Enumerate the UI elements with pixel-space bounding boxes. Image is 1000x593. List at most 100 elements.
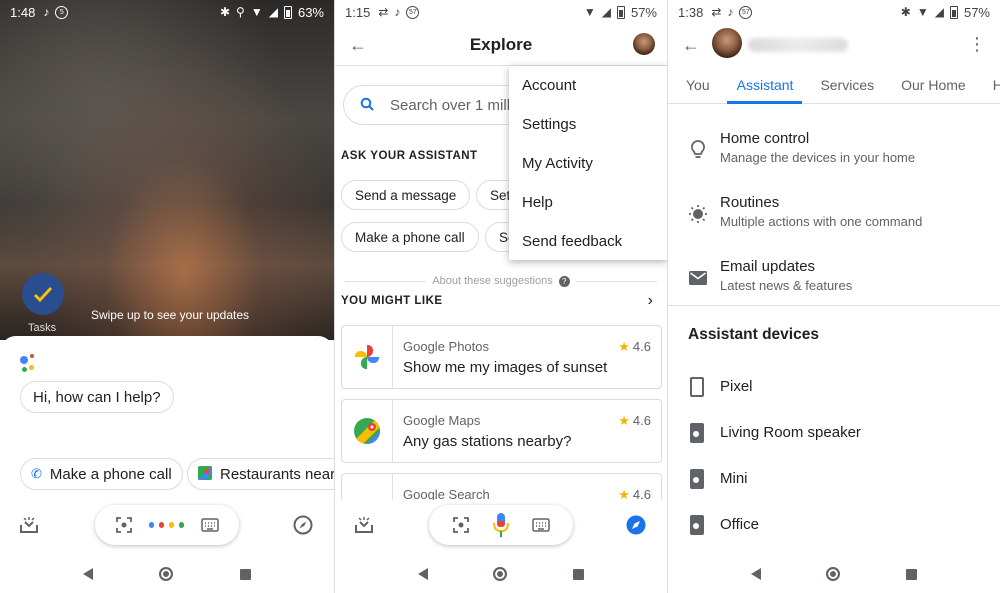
back-nav-icon[interactable] bbox=[417, 568, 428, 580]
swipe-hint: Swipe up to see your updates bbox=[90, 308, 250, 322]
row-subtitle: Latest news & features bbox=[720, 278, 853, 293]
updates-icon[interactable] bbox=[18, 514, 40, 536]
about-suggestions-label: About these suggestions bbox=[432, 275, 553, 287]
voice-dots-icon[interactable] bbox=[149, 520, 185, 530]
status-time: 1:15 bbox=[345, 4, 371, 20]
bluetooth-icon: ✱ bbox=[900, 5, 911, 19]
android-nav-bar bbox=[668, 558, 1000, 590]
tiktok-icon: ♪ bbox=[43, 5, 50, 19]
status-bar: 1:48 ♪ 5 ✱ ⚲ ▼ ◢ 63% bbox=[0, 0, 334, 24]
menu-item-settings[interactable]: Settings bbox=[509, 105, 667, 144]
lightbulb-icon bbox=[688, 140, 708, 160]
tab-assistant[interactable]: Assistant bbox=[719, 70, 803, 104]
android-nav-bar bbox=[0, 558, 334, 590]
assistant-devices-heading: Assistant devices bbox=[688, 326, 819, 343]
card-rating: ★ 4.6 bbox=[618, 339, 651, 354]
wifi-icon: ▼ bbox=[583, 5, 596, 19]
device-name: Pixel bbox=[720, 378, 753, 395]
maps-icon bbox=[198, 465, 212, 483]
star-icon: ★ bbox=[618, 413, 630, 428]
device-row-living-room-speaker[interactable]: Living Room speaker bbox=[668, 421, 1000, 445]
card-app-name: Google Photos bbox=[403, 339, 490, 354]
screenshot-collage: 1:48 ♪ 5 ✱ ⚲ ▼ ◢ 63% Tasks Swipe up to s… bbox=[0, 0, 1000, 593]
menu-item-account[interactable]: Account bbox=[509, 66, 667, 105]
tab-home[interactable]: Home bbox=[975, 70, 1000, 100]
home-nav-icon[interactable] bbox=[159, 567, 174, 581]
more-vert-icon[interactable]: ⋮ bbox=[968, 34, 986, 55]
compass-icon-active[interactable] bbox=[625, 514, 647, 536]
recents-nav-icon[interactable] bbox=[573, 568, 585, 580]
ask-assistant-heading: ASK YOUR ASSISTANT bbox=[341, 150, 478, 162]
settings-row-routines[interactable]: Routines Multiple actions with one comma… bbox=[668, 192, 1000, 244]
settings-tabs: You Assistant Services Our Home Home bbox=[668, 70, 1000, 104]
routines-icon bbox=[688, 204, 708, 224]
notification-count-icon: 5 bbox=[55, 5, 69, 19]
account-name-redacted bbox=[748, 38, 848, 52]
battery-percent: 57% bbox=[963, 4, 990, 20]
microphone-icon[interactable] bbox=[492, 512, 509, 538]
menu-item-send-feedback[interactable]: Send feedback bbox=[509, 222, 667, 261]
back-nav-icon[interactable] bbox=[83, 568, 94, 580]
action-card-maps[interactable]: Google Maps Any gas stations nearby? ★ 4.… bbox=[341, 399, 662, 463]
notification-count-icon: 57 bbox=[406, 5, 420, 19]
tiktok-icon: ♪ bbox=[727, 5, 734, 19]
back-arrow-icon[interactable]: ← bbox=[682, 35, 700, 56]
device-row-mini[interactable]: Mini bbox=[668, 467, 1000, 491]
tiktok-icon: ♪ bbox=[394, 5, 401, 19]
assistant-home-screen: 1:48 ♪ 5 ✱ ⚲ ▼ ◢ 63% Tasks Swipe up to s… bbox=[0, 0, 334, 593]
mail-icon bbox=[688, 268, 708, 288]
settings-row-home-control[interactable]: Home control Manage the devices in your … bbox=[668, 128, 1000, 180]
divider bbox=[345, 280, 427, 282]
wifi-icon: ▼ bbox=[916, 5, 929, 19]
device-name: Mini bbox=[720, 470, 748, 487]
updates-icon[interactable] bbox=[353, 514, 375, 536]
recents-nav-icon[interactable] bbox=[906, 568, 918, 580]
divider bbox=[575, 280, 658, 282]
avatar[interactable] bbox=[633, 33, 655, 55]
status-time: 1:38 bbox=[678, 4, 704, 20]
settings-row-email-updates[interactable]: Email updates Latest news & features bbox=[668, 256, 1000, 308]
device-row-office[interactable]: Office bbox=[668, 513, 1000, 537]
ask-chip-send-message[interactable]: Send a message bbox=[341, 180, 471, 210]
device-row-pixel[interactable]: Pixel bbox=[668, 375, 1000, 399]
tab-services[interactable]: Services bbox=[802, 70, 883, 100]
card-query: Show me my images of sunset bbox=[403, 359, 608, 376]
home-nav-icon[interactable] bbox=[493, 567, 508, 581]
assistant-greeting: Hi, how can I help? bbox=[20, 381, 174, 413]
speaker-icon bbox=[690, 515, 704, 535]
device-name: Living Room speaker bbox=[720, 424, 861, 441]
keyboard-icon[interactable] bbox=[201, 518, 219, 532]
page-title: Explore bbox=[469, 35, 533, 54]
keyboard-icon[interactable] bbox=[531, 518, 550, 532]
lens-icon[interactable] bbox=[115, 516, 133, 534]
explore-app-bar: ← Explore bbox=[335, 24, 667, 66]
recents-nav-icon[interactable] bbox=[239, 568, 251, 580]
suggestion-chip-restaurants[interactable]: Restaurants nearby bbox=[187, 458, 334, 490]
status-bar: 1:38 ⇄ ♪ 57 ✱ ▼ ◢ 57% bbox=[668, 0, 1000, 24]
back-nav-icon[interactable] bbox=[750, 568, 761, 580]
assistant-settings-screen: 1:38 ⇄ ♪ 57 ✱ ▼ ◢ 57% ← ⋮ You Assistant … bbox=[667, 0, 1000, 593]
menu-item-help[interactable]: Help bbox=[509, 183, 667, 222]
action-card-photos[interactable]: Google Photos Show me my images of sunse… bbox=[341, 325, 662, 389]
sync-icon: ⇄ bbox=[378, 5, 389, 19]
avatar[interactable] bbox=[712, 28, 742, 58]
menu-item-my-activity[interactable]: My Activity bbox=[509, 144, 667, 183]
assistant-input-pill bbox=[429, 505, 573, 545]
row-title: Routines bbox=[720, 194, 780, 211]
ask-chip-phone-call[interactable]: Make a phone call bbox=[341, 222, 479, 252]
card-app-name: Google Maps bbox=[403, 413, 481, 428]
lens-icon[interactable] bbox=[452, 516, 470, 534]
tab-our-home[interactable]: Our Home bbox=[883, 70, 975, 100]
suggestion-label: Restaurants nearby bbox=[220, 465, 334, 483]
suggestion-chip-phone-call[interactable]: ✆ Make a phone call bbox=[20, 458, 183, 490]
about-suggestions-row[interactable]: About these suggestions ? bbox=[345, 274, 658, 288]
chevron-right-icon[interactable]: › bbox=[648, 292, 653, 310]
tasks-app-label: Tasks bbox=[28, 322, 57, 334]
home-nav-icon[interactable] bbox=[826, 567, 841, 581]
help-icon: ? bbox=[558, 275, 570, 287]
tab-you[interactable]: You bbox=[668, 70, 719, 100]
assistant-bottom-bar bbox=[335, 500, 667, 550]
compass-icon[interactable] bbox=[292, 514, 314, 536]
google-photos-icon bbox=[342, 326, 393, 388]
card-query: Any gas stations nearby? bbox=[403, 433, 572, 450]
